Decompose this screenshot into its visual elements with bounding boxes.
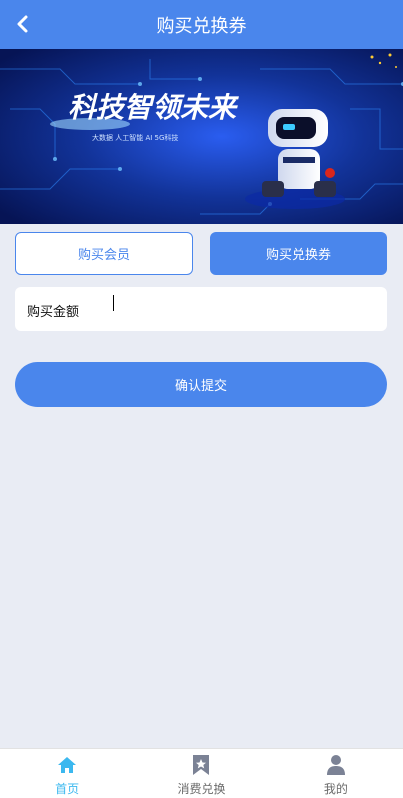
submit-button[interactable]: 确认提交: [15, 362, 387, 407]
amount-input[interactable]: [97, 293, 381, 325]
user-icon: [325, 754, 347, 776]
home-icon: [56, 754, 78, 776]
tab-mine[interactable]: 我的: [269, 749, 403, 798]
tab-home-label: 首页: [55, 782, 80, 796]
bottom-tab-bar: 首页 消费兑换 我的: [0, 748, 403, 798]
tab-buy-voucher[interactable]: 购买兑换券: [210, 232, 387, 275]
banner-image: 科技智领未来 大数据 人工智能 AI 5G科技: [0, 49, 403, 224]
tab-home[interactable]: 首页: [0, 749, 134, 798]
banner-headline: 科技智领未来: [68, 91, 239, 124]
banner-tagline: 大数据 人工智能 AI 5G科技: [92, 133, 178, 142]
chevron-left-icon: [17, 15, 28, 33]
top-bar: 购买兑换券: [0, 0, 403, 49]
tab-exchange[interactable]: 消费兑换: [134, 749, 268, 798]
amount-label: 购买金额: [27, 305, 80, 320]
amount-field: 购买金额: [15, 287, 387, 331]
tab-exchange-label: 消费兑换: [177, 782, 226, 796]
page-title: 购买兑换券: [156, 15, 247, 37]
tab-mine-label: 我的: [323, 782, 348, 796]
tab-buy-membership[interactable]: 购买会员: [15, 232, 193, 275]
bookmark-icon: [190, 754, 212, 776]
back-button[interactable]: [12, 12, 34, 36]
